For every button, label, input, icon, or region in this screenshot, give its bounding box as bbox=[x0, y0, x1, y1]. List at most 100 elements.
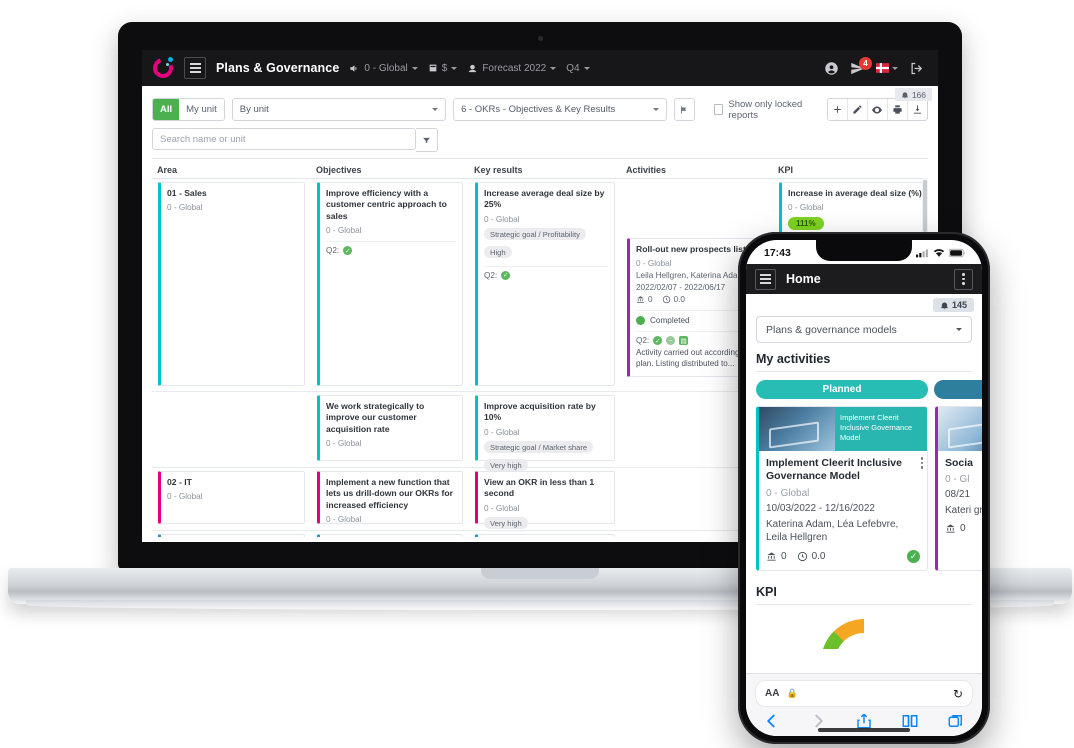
report-toolbar: All My unit By unit 6 - OKRs - Objective… bbox=[142, 86, 938, 121]
phone-page-title: Home bbox=[786, 272, 821, 286]
tabs-icon[interactable] bbox=[947, 712, 965, 730]
logout-icon[interactable] bbox=[909, 61, 924, 76]
area-title: 02 - IT bbox=[167, 477, 192, 487]
notification-badge[interactable]: 166 bbox=[894, 88, 932, 101]
cellular-icon bbox=[916, 249, 928, 258]
kpi-value-badge: 111% bbox=[788, 217, 824, 231]
area-unit: 0 - Global bbox=[167, 492, 203, 502]
status-report-icon: ▤ bbox=[679, 336, 689, 346]
user-icon[interactable] bbox=[824, 61, 839, 76]
key-result-title: View an OKR in less than 1 second bbox=[484, 477, 595, 499]
notification-badge[interactable]: 145 bbox=[932, 298, 974, 312]
tab-next[interactable] bbox=[934, 380, 982, 399]
activity-image bbox=[759, 407, 835, 451]
currency-selector[interactable]: $ bbox=[428, 63, 458, 74]
page-title: Plans & Governance bbox=[216, 61, 340, 75]
model-dropdown-value: Plans & governance models bbox=[766, 323, 897, 336]
activity-status-tabs: Planned bbox=[756, 380, 982, 399]
app-top-bar: Plans & Governance 0 - Global $ Forecast… bbox=[142, 50, 938, 86]
more-options-icon[interactable] bbox=[920, 457, 923, 469]
key-result-title: Improve acquisition rate by 10% bbox=[484, 401, 596, 423]
quarter-label: Q2: bbox=[326, 246, 340, 256]
activity-status-label: Completed bbox=[650, 316, 690, 326]
download-button[interactable] bbox=[907, 99, 927, 120]
bell-icon bbox=[941, 302, 948, 309]
edit-button[interactable] bbox=[847, 99, 868, 120]
objective-card[interactable]: We work strategically to improve our cus… bbox=[317, 395, 463, 461]
text-size-button[interactable]: AA bbox=[765, 688, 779, 699]
model-dropdown[interactable]: Plans & governance models bbox=[756, 316, 972, 343]
quarter-selector[interactable]: Q4 bbox=[566, 63, 590, 74]
key-result-unit: 0 - Global bbox=[484, 427, 520, 437]
objective-card[interactable]: Empower our team with the market's best bbox=[317, 534, 463, 537]
send-button[interactable]: 4 bbox=[850, 56, 872, 76]
unit-dropdown-value: By unit bbox=[239, 104, 269, 115]
chevron-down-icon bbox=[550, 66, 557, 70]
locked-reports-filter[interactable]: Show only locked reports bbox=[713, 98, 820, 121]
forecast-icon bbox=[469, 64, 477, 72]
filter-icon bbox=[423, 137, 430, 143]
flag-icon bbox=[681, 105, 687, 114]
kpi-unit: 0 - Global bbox=[788, 203, 824, 213]
flag-button[interactable] bbox=[674, 98, 695, 121]
unit-dropdown[interactable]: By unit bbox=[231, 98, 447, 121]
kpi-card[interactable]: Increase in average deal size (%) 0 - Gl… bbox=[779, 182, 928, 239]
locked-reports-label: Show only locked reports bbox=[728, 98, 803, 121]
phone-notch bbox=[816, 240, 912, 261]
area-card[interactable]: 01 - Sales 0 - Global bbox=[158, 182, 305, 386]
quarter-label: Q2: bbox=[636, 336, 650, 346]
scope-all-button[interactable]: All bbox=[153, 99, 180, 120]
activity-metric-1: 0 bbox=[960, 523, 966, 535]
key-result-card[interactable]: Increase average deal size by 25% 0 - Gl… bbox=[475, 182, 615, 386]
activity-metric-2: 0.0 bbox=[811, 550, 826, 562]
print-icon bbox=[893, 105, 902, 114]
time-icon bbox=[797, 551, 807, 561]
chevron-down-icon bbox=[653, 108, 660, 111]
activity-unit: 0 - Global bbox=[766, 487, 810, 499]
address-bar[interactable]: AA 🔒 ↻ bbox=[756, 681, 972, 706]
kpi-gauge bbox=[821, 618, 907, 649]
area-card[interactable]: 03 - Communication bbox=[158, 534, 305, 537]
key-result-tag: Strategic goal / Market share bbox=[484, 441, 594, 454]
locked-reports-checkbox[interactable] bbox=[713, 104, 724, 115]
search-input[interactable]: Search name or unit bbox=[152, 128, 416, 150]
phone-screen: 17:43 Home 145 Plans & governance models… bbox=[746, 240, 982, 736]
send-badge: 4 bbox=[859, 56, 872, 70]
more-options-icon[interactable] bbox=[954, 268, 973, 290]
phone-content: 145 Plans & governance models My activit… bbox=[746, 294, 982, 654]
list-item[interactable]: Socia 0 - Gl 08/21 Kateri gren 0 bbox=[935, 406, 982, 571]
unit-selector[interactable]: 0 - Global bbox=[349, 63, 418, 74]
column-header-area: Area bbox=[157, 164, 178, 175]
chevron-down-icon bbox=[956, 328, 962, 331]
filter-button[interactable] bbox=[416, 128, 438, 152]
scope-my-unit-button[interactable]: My unit bbox=[179, 99, 224, 120]
safari-nav-bar bbox=[746, 706, 982, 730]
tab-planned[interactable]: Planned bbox=[756, 380, 928, 399]
status-check-icon: ✓ bbox=[653, 336, 663, 346]
key-result-card[interactable]: Deliver new messaging framework and bbox=[475, 534, 615, 537]
key-result-quarter-status: Q2: ✓ bbox=[484, 265, 608, 280]
area-card[interactable]: 02 - IT 0 - Global bbox=[158, 471, 305, 524]
area-unit: 0 - Global bbox=[167, 203, 203, 213]
objective-unit: 0 - Global bbox=[326, 515, 362, 525]
report-dropdown[interactable]: 6 - OKRs - Objectives & Key Results bbox=[453, 98, 668, 121]
objective-card[interactable]: Improve efficiency with a customer centr… bbox=[317, 182, 463, 386]
notification-count: 145 bbox=[951, 300, 967, 310]
key-result-card[interactable]: View an OKR in less than 1 second 0 - Gl… bbox=[475, 471, 615, 530]
language-selector[interactable] bbox=[876, 63, 898, 73]
objective-card[interactable]: Implement a new function that lets us dr… bbox=[317, 471, 463, 524]
key-result-card[interactable]: Improve acquisition rate by 10% 0 - Glob… bbox=[475, 395, 615, 472]
back-icon[interactable] bbox=[763, 712, 781, 730]
hamburger-icon[interactable] bbox=[184, 57, 206, 79]
status-icons bbox=[916, 248, 966, 258]
hamburger-icon[interactable] bbox=[755, 268, 776, 290]
report-dropdown-value: 6 - OKRs - Objectives & Key Results bbox=[461, 104, 616, 115]
key-result-priority-tag: Very high bbox=[484, 517, 528, 530]
add-button[interactable] bbox=[827, 99, 848, 120]
reload-icon[interactable]: ↻ bbox=[953, 687, 963, 701]
list-item[interactable]: Implement Cleerit Inclusive Governance M… bbox=[756, 406, 977, 651]
forecast-selector[interactable]: Forecast 2022 bbox=[467, 63, 557, 74]
currency-icon bbox=[429, 64, 437, 72]
print-button[interactable] bbox=[887, 99, 908, 120]
view-button[interactable] bbox=[867, 99, 888, 120]
